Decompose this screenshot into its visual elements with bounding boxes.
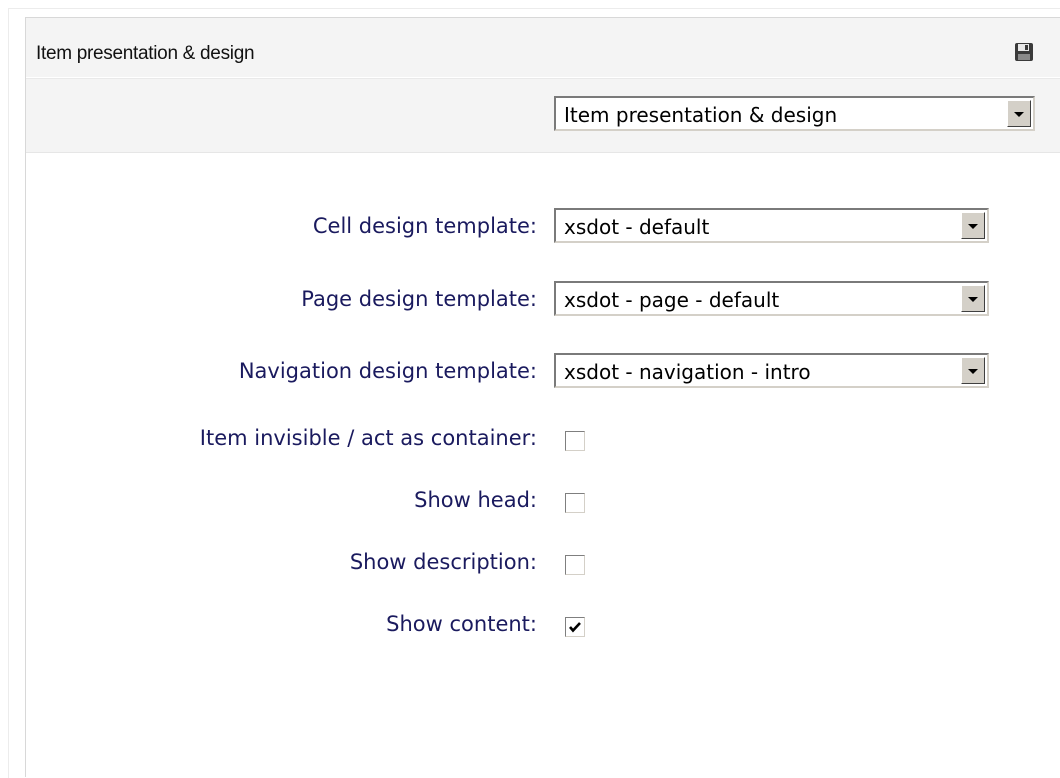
section-select-value: Item presentation & design: [564, 103, 838, 127]
chevron-down-icon[interactable]: [1007, 100, 1031, 127]
checkmark-icon: [569, 622, 581, 633]
panel-header: Item presentation & design: [26, 18, 1060, 78]
cell-design-template-label: Cell design template:: [312, 214, 537, 238]
show-head-checkbox[interactable]: [565, 493, 585, 513]
chevron-down-icon[interactable]: [961, 212, 985, 239]
show-content-label: Show content:: [386, 612, 537, 636]
page-design-template-label: Page design template:: [301, 287, 537, 311]
section-toolbar: Item presentation & design: [26, 78, 1060, 153]
page-design-template-select[interactable]: xsdot - page - default: [554, 281, 989, 316]
item-invisible-checkbox[interactable]: [565, 431, 585, 451]
chevron-down-icon[interactable]: [961, 285, 985, 312]
show-description-label: Show description:: [349, 550, 537, 574]
item-presentation-panel: Item presentation & design Item presenta…: [25, 17, 1060, 777]
navigation-design-template-value: xsdot - navigation - intro: [564, 360, 811, 384]
save-icon[interactable]: [1014, 42, 1034, 62]
show-content-checkbox[interactable]: [565, 617, 585, 637]
show-head-label: Show head:: [414, 488, 537, 512]
navigation-design-template-label: Navigation design template:: [238, 359, 537, 383]
item-invisible-label: Item invisible / act as container:: [199, 426, 537, 450]
panel-title: Item presentation & design: [36, 43, 255, 64]
chevron-down-icon[interactable]: [961, 357, 985, 384]
cell-design-template-value: xsdot - default: [564, 215, 710, 239]
page-design-template-value: xsdot - page - default: [564, 288, 780, 312]
cell-design-template-select[interactable]: xsdot - default: [554, 208, 989, 243]
show-description-checkbox[interactable]: [565, 555, 585, 575]
section-select[interactable]: Item presentation & design: [554, 96, 1035, 131]
navigation-design-template-select[interactable]: xsdot - navigation - intro: [554, 353, 989, 388]
